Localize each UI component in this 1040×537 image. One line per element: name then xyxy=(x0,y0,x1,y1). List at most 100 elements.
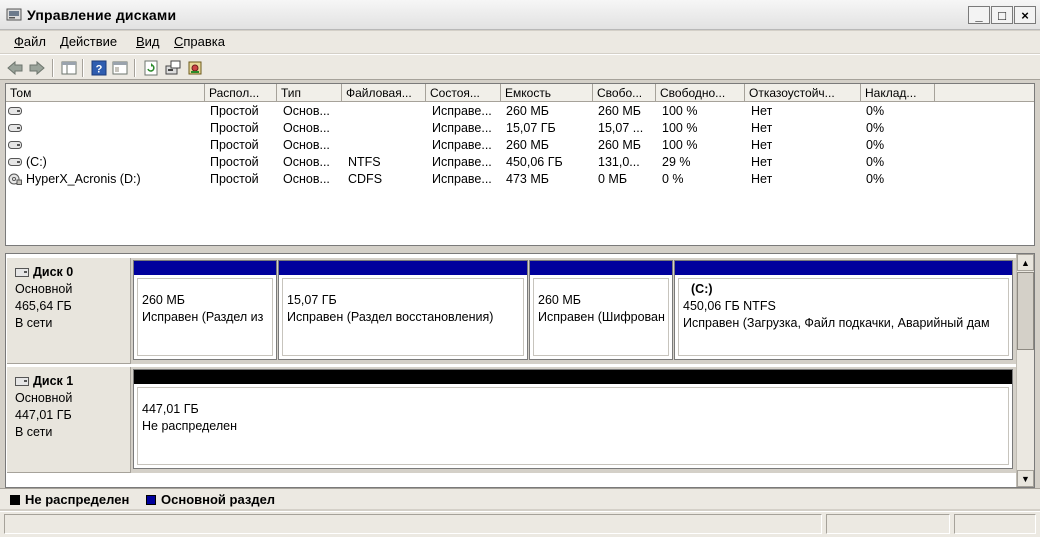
cell-percent-free: 100 % xyxy=(662,138,698,152)
help-icon[interactable]: ? xyxy=(90,59,108,77)
column-header-capacity[interactable]: Емкость xyxy=(501,84,593,102)
disk-0-name: Диск 0 xyxy=(33,265,74,279)
legend-item-unallocated: Не распределен xyxy=(10,492,129,507)
disk-1-type: Основной xyxy=(15,391,73,405)
cell-free-space: 260 МБ xyxy=(598,104,641,118)
disk-0-row: Диск 0 Основной 465,64 ГБ В сети 260 МБ … xyxy=(7,258,1016,364)
cell-overhead: 0% xyxy=(866,121,885,135)
cell-percent-free: 100 % xyxy=(662,104,698,118)
column-header-filesystem[interactable]: Файловая... xyxy=(342,84,426,102)
console-tree-icon[interactable] xyxy=(60,59,78,77)
cell-overhead: 0% xyxy=(866,155,885,169)
partition-type-bar xyxy=(134,370,1012,384)
cell-fault-tolerance: Нет xyxy=(751,172,773,186)
partition-type-bar xyxy=(530,261,672,275)
refresh-icon[interactable] xyxy=(142,59,160,77)
volume-icon xyxy=(8,141,22,149)
disk-1-status: В сети xyxy=(15,425,53,439)
cell-layout: Простой xyxy=(210,155,259,169)
menu-file[interactable]: Файл xyxy=(14,34,46,49)
disk-graphical-view: Диск 0 Основной 465,64 ГБ В сети 260 МБ … xyxy=(5,253,1035,488)
forward-arrow-icon[interactable] xyxy=(28,59,46,77)
status-pane-tertiary xyxy=(954,514,1036,534)
partition-disk1-unallocated[interactable]: 447,01 ГБ Не распределен xyxy=(133,369,1013,469)
column-header-fault-tolerance[interactable]: Отказоустойч... xyxy=(745,84,861,102)
table-row[interactable]: Простой Основ... Исправе... 260 МБ 260 М… xyxy=(6,103,1034,120)
cell-layout: Простой xyxy=(210,121,259,135)
rescan-disks-icon[interactable] xyxy=(164,59,182,77)
cell-fault-tolerance: Нет xyxy=(751,121,773,135)
menu-action[interactable]: Действие xyxy=(60,34,117,49)
partition-label: (C:) xyxy=(691,282,713,296)
partition-status: Исправен (Раздел из xyxy=(142,310,264,324)
close-button[interactable]: × xyxy=(1014,6,1036,24)
partition-status: Исправен (Раздел восстановления) xyxy=(287,310,494,324)
partition-status: Исправен (Шифрован xyxy=(538,310,665,324)
cell-type: Основ... xyxy=(283,138,330,152)
cell-free-space: 131,0... xyxy=(598,155,640,169)
partition-status: Исправен (Загрузка, Файл подкачки, Авари… xyxy=(683,316,990,330)
pane-splitter[interactable] xyxy=(0,246,1040,253)
scroll-up-icon[interactable]: ▲ xyxy=(1017,254,1034,271)
cell-layout: Простой xyxy=(210,104,259,118)
legend: Не распределен Основной раздел xyxy=(0,488,1040,509)
disk-0-type: Основной xyxy=(15,282,73,296)
properties-icon[interactable] xyxy=(186,59,204,77)
volume-icon xyxy=(8,158,22,166)
partition-disk0-3[interactable]: 260 МБ Исправен (Шифрован xyxy=(529,260,673,360)
maximize-button[interactable]: □ xyxy=(991,6,1013,24)
disk-0-label[interactable]: Диск 0 Основной 465,64 ГБ В сети xyxy=(7,258,131,364)
partition-type-bar xyxy=(279,261,527,275)
disk-1-row: Диск 1 Основной 447,01 ГБ В сети 447,01 … xyxy=(7,367,1016,473)
volume-list: Том Распол... Тип Файловая... Состоя... … xyxy=(5,83,1035,246)
column-header-type[interactable]: Тип xyxy=(277,84,342,102)
toolbar: ? xyxy=(0,54,1040,80)
column-header-volume[interactable]: Том xyxy=(6,84,205,102)
minimize-button[interactable]: _ xyxy=(968,6,990,24)
cell-free-space: 0 МБ xyxy=(598,172,628,186)
column-header-overhead[interactable]: Наклад... xyxy=(861,84,935,102)
cell-status: Исправе... xyxy=(432,121,492,135)
partition-type-bar xyxy=(134,261,276,275)
table-row[interactable]: (C:) Простой Основ... NTFS Исправе... 45… xyxy=(6,154,1034,171)
partition-size: 447,01 ГБ xyxy=(142,402,199,416)
scroll-thumb[interactable] xyxy=(1017,272,1034,350)
column-header-percent-free[interactable]: Свободно... xyxy=(656,84,745,102)
cell-type: Основ... xyxy=(283,155,330,169)
scroll-down-icon[interactable]: ▼ xyxy=(1017,470,1034,487)
partition-disk0-1[interactable]: 260 МБ Исправен (Раздел из xyxy=(133,260,277,360)
legend-swatch-unallocated xyxy=(10,494,20,505)
table-row[interactable]: Простой Основ... Исправе... 260 МБ 260 М… xyxy=(6,137,1034,154)
partition-type-bar xyxy=(675,261,1012,275)
disk-1-name: Диск 1 xyxy=(33,374,74,388)
cell-capacity: 15,07 ГБ xyxy=(506,121,556,135)
cell-capacity: 450,06 ГБ xyxy=(506,155,563,169)
legend-swatch-primary xyxy=(146,494,156,505)
volume-icon xyxy=(8,124,22,132)
disk-1-label[interactable]: Диск 1 Основной 447,01 ГБ В сети xyxy=(7,367,131,473)
partition-size: 450,06 ГБ NTFS xyxy=(683,299,776,313)
disk-0-size: 465,64 ГБ xyxy=(15,299,72,313)
status-pane-secondary xyxy=(826,514,950,534)
column-header-status[interactable]: Состоя... xyxy=(426,84,501,102)
menu-view[interactable]: Вид xyxy=(136,34,160,49)
cell-fault-tolerance: Нет xyxy=(751,104,773,118)
cell-layout: Простой xyxy=(210,172,259,186)
cell-status: Исправе... xyxy=(432,155,492,169)
title-bar: Управление дисками _ □ × xyxy=(0,0,1040,30)
partition-disk0-c[interactable]: (C:) 450,06 ГБ NTFS Исправен (Загрузка, … xyxy=(674,260,1013,360)
cell-volume: HyperX_Acronis (D:) xyxy=(26,172,141,186)
partition-size: 15,07 ГБ xyxy=(287,293,337,307)
menu-help[interactable]: Справка xyxy=(174,34,225,49)
volume-icon xyxy=(8,107,22,115)
vertical-scrollbar[interactable]: ▲ ▼ xyxy=(1016,254,1034,487)
cell-status: Исправе... xyxy=(432,104,492,118)
partition-disk0-2[interactable]: 15,07 ГБ Исправен (Раздел восстановления… xyxy=(278,260,528,360)
table-row[interactable]: Простой Основ... Исправе... 15,07 ГБ 15,… xyxy=(6,120,1034,137)
table-row[interactable]: HyperX_Acronis (D:) Простой Основ... CDF… xyxy=(6,171,1034,188)
properties-view-icon[interactable] xyxy=(111,59,129,77)
back-arrow-icon[interactable] xyxy=(6,59,24,77)
column-header-free-space[interactable]: Свобо... xyxy=(593,84,656,102)
partition-status: Не распределен xyxy=(142,419,237,433)
column-header-layout[interactable]: Распол... xyxy=(205,84,277,102)
